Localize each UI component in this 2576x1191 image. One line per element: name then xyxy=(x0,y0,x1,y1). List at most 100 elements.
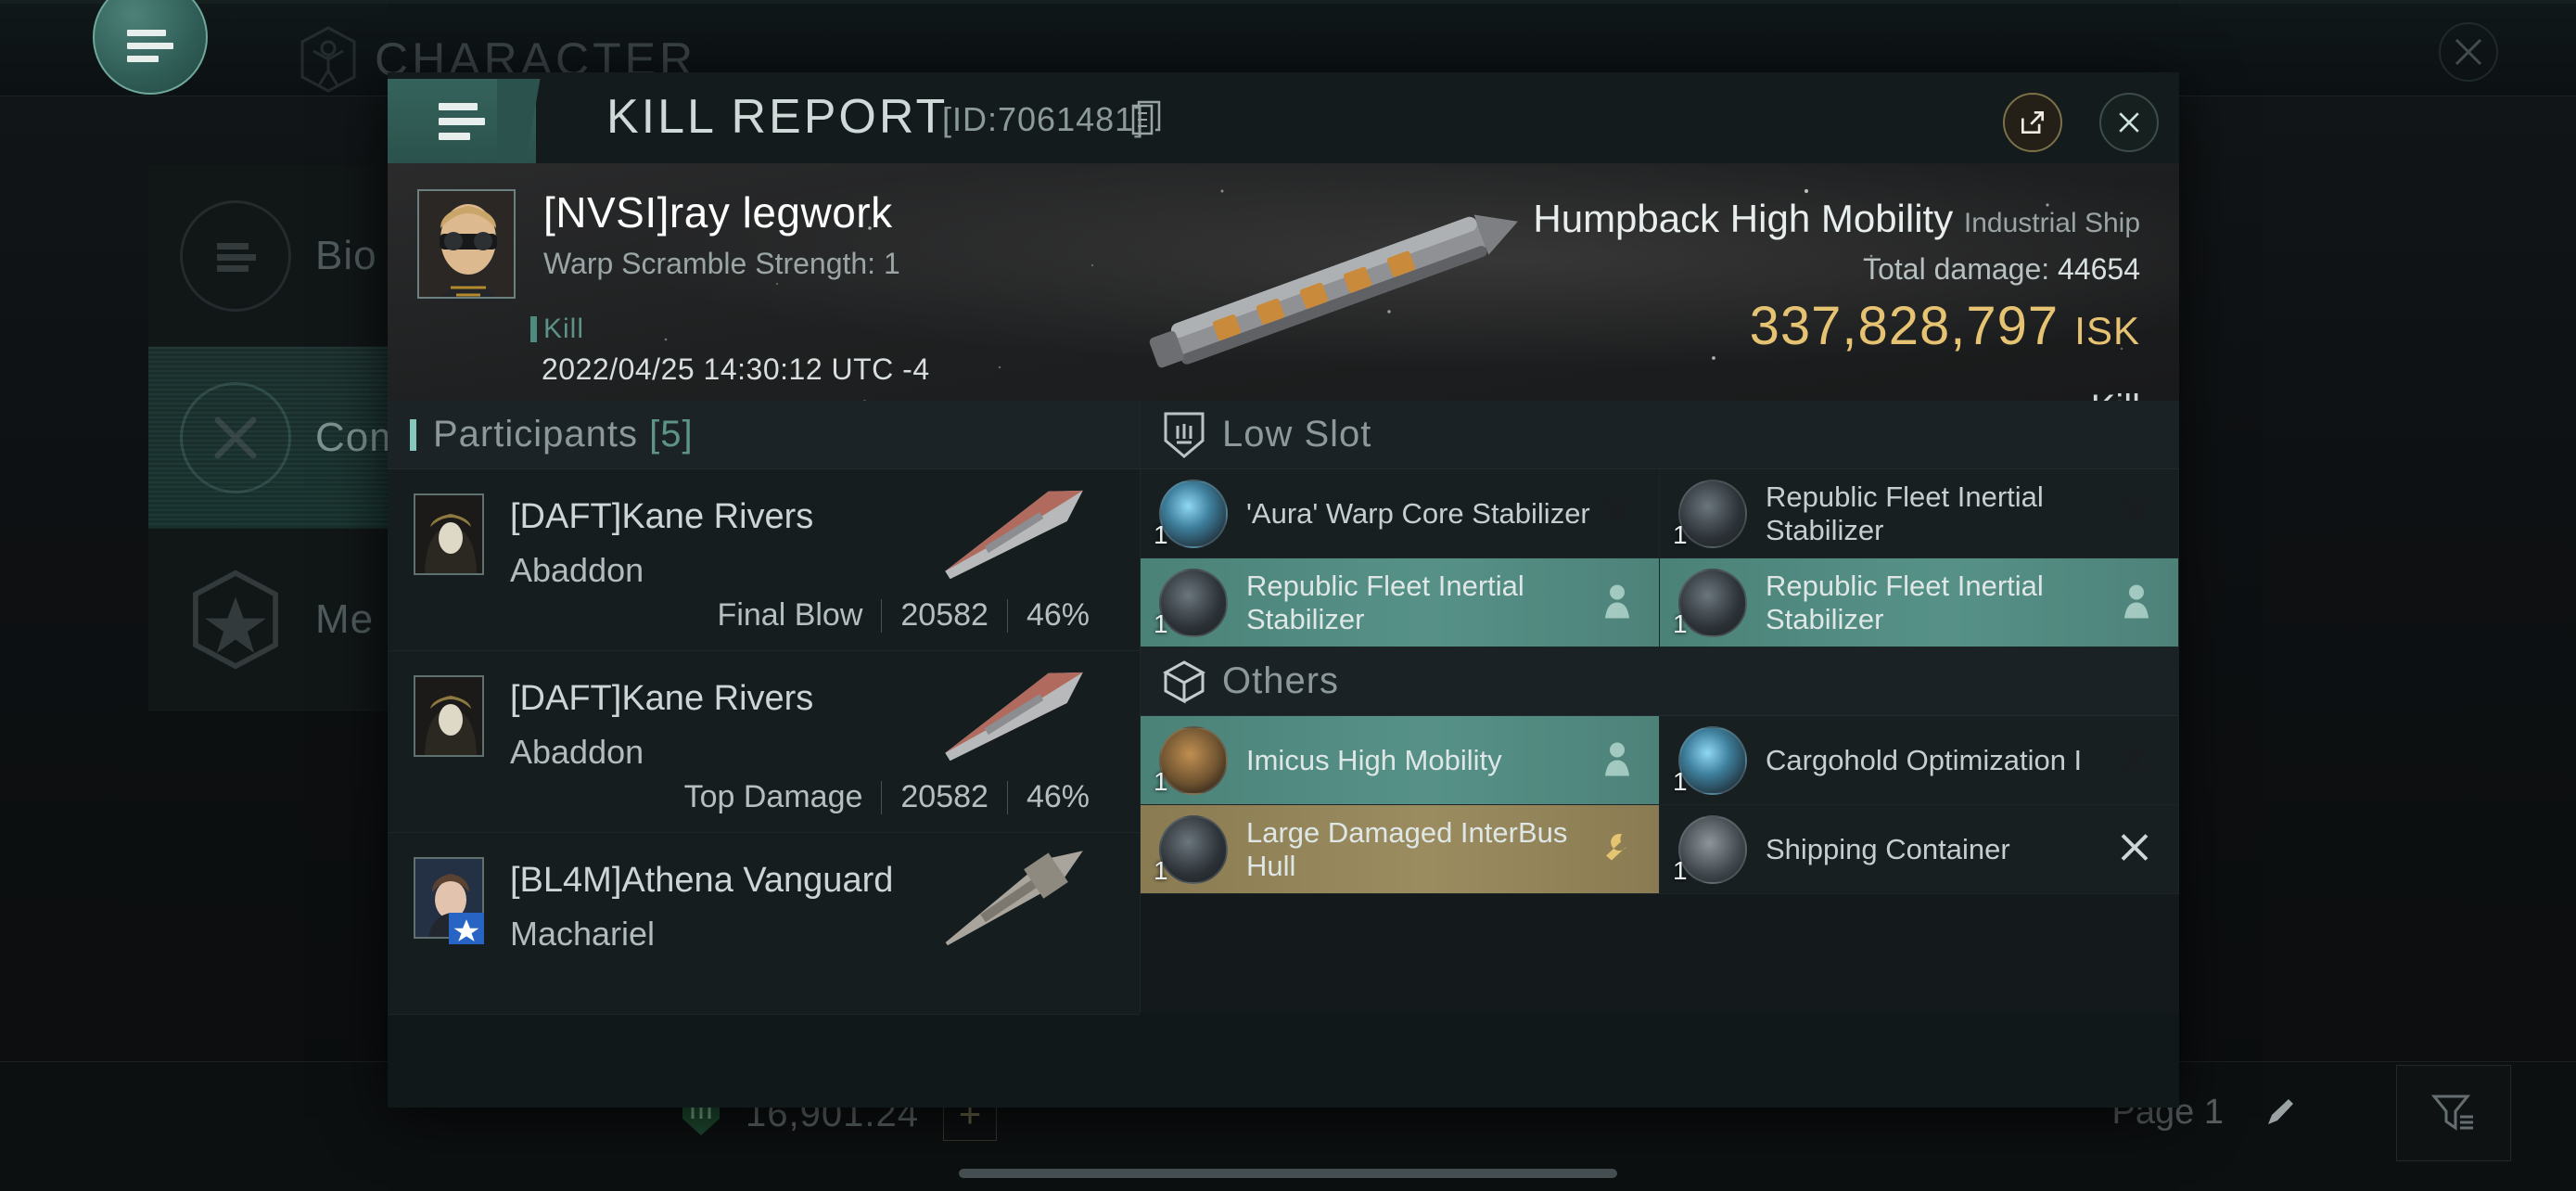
star-hex-icon xyxy=(180,564,291,675)
participants-column: Participants [5] [DAFT]Kane Rivers Abadd… xyxy=(388,401,1141,1015)
participant-row[interactable]: [DAFT]Kane Rivers Abaddon Top Damage 205… xyxy=(388,651,1140,833)
participant-role: Top Damage xyxy=(683,779,863,814)
participant-row[interactable]: [DAFT]Kane Rivers Abaddon Final Blow 205… xyxy=(388,469,1140,651)
item-row[interactable]: 1 Republic Fleet Inertial Stabilizer xyxy=(1660,469,2179,558)
participant-damage: 20582 xyxy=(900,597,988,633)
star-icon xyxy=(453,918,479,941)
modal-close-button[interactable] xyxy=(2099,93,2159,152)
victim-subtitle: Warp Scramble Strength: 1 xyxy=(543,247,900,280)
copy-icon[interactable] xyxy=(1131,100,1161,135)
destroyed-x-icon xyxy=(2121,833,2149,861)
close-icon xyxy=(2455,38,2482,66)
app-close-button[interactable] xyxy=(2439,22,2498,82)
dropped-person-icon xyxy=(2124,584,2149,618)
item-row[interactable]: 1 Cargohold Optimization I xyxy=(1660,716,2179,805)
item-name: Cargohold Optimization I xyxy=(1766,743,2083,776)
dropped-person-icon xyxy=(1605,584,1629,618)
list-icon xyxy=(180,199,291,312)
others-items: 1 Imicus High Mobility 1 Cargohold Optim… xyxy=(1141,716,2179,894)
kill-report-modal: KILL REPORT [ID:7061481] [NVSI]ray legwo… xyxy=(388,72,2179,1108)
item-name: Imicus High Mobility xyxy=(1246,743,1502,776)
item-row[interactable]: 1 Shipping Container xyxy=(1660,805,2179,894)
horizontal-scrollbar-thumb[interactable] xyxy=(959,1169,1617,1178)
item-quantity: 1 xyxy=(1154,609,1168,638)
item-icon xyxy=(1678,479,1747,548)
filter-icon xyxy=(2430,1095,2473,1131)
participant-ship: Machariel xyxy=(510,915,656,953)
participant-stats: Final Blow 20582 46% xyxy=(699,597,1108,634)
others-title: Others xyxy=(1222,660,1340,701)
low-slot-title: Low Slot xyxy=(1222,414,1372,455)
isk-value-group: 337,828,797 ISK xyxy=(1750,295,2140,357)
pencil-icon[interactable] xyxy=(2261,1095,2298,1132)
item-quantity: 1 xyxy=(1673,856,1688,885)
item-name: Republic Fleet Inertial Stabilizer xyxy=(1246,569,1524,635)
item-status xyxy=(1603,583,1631,622)
participant-ship: Abaddon xyxy=(510,551,644,589)
item-quantity: 1 xyxy=(1673,520,1688,549)
detail-columns: Participants [5] [DAFT]Kane Rivers Abadd… xyxy=(388,401,2179,1015)
participant-role: Final Blow xyxy=(717,597,863,633)
item-quantity: 1 xyxy=(1154,520,1168,549)
participant-name: [DAFT]Kane Rivers xyxy=(510,679,814,718)
close-icon xyxy=(2119,112,2139,133)
item-name: Shipping Container xyxy=(1766,832,2010,865)
others-header: Others xyxy=(1141,647,2179,716)
modal-menu-button[interactable] xyxy=(388,79,575,163)
participant-name: [DAFT]Kane Rivers xyxy=(510,497,814,536)
victim-ship-render xyxy=(1149,214,1518,368)
filter-button[interactable] xyxy=(2396,1065,2511,1161)
participant-percent: 46% xyxy=(1026,779,1090,814)
dropped-person-icon xyxy=(1605,742,1629,775)
item-row[interactable]: 1 Imicus High Mobility xyxy=(1141,716,1660,805)
participant-row[interactable]: [BL4M]Athena Vanguard Machariel xyxy=(388,833,1140,1015)
participant-ship: Abaddon xyxy=(510,733,644,771)
avatar xyxy=(414,675,484,757)
participant-name: [BL4M]Athena Vanguard xyxy=(510,861,894,900)
item-icon xyxy=(1159,568,1228,637)
item-row[interactable]: 1 Republic Fleet Inertial Stabilizer xyxy=(1660,558,2179,647)
total-damage: Total damage: 44654 xyxy=(1863,252,2140,287)
item-name: Large Damaged InterBus Hull xyxy=(1246,815,1568,882)
item-row[interactable]: 1 Large Damaged InterBus Hull xyxy=(1141,805,1660,894)
avatar-image xyxy=(415,677,482,755)
hamburger-icon xyxy=(439,96,485,147)
avatar xyxy=(414,493,484,575)
kill-tag: Kill xyxy=(529,314,585,344)
kill-report-id: [ID:7061481] xyxy=(942,100,1145,138)
item-status xyxy=(2119,742,2150,778)
item-quantity: 1 xyxy=(1154,767,1168,796)
participant-damage: 20582 xyxy=(900,779,988,814)
export-button[interactable] xyxy=(2003,93,2062,152)
victim-ship-name: Humpback High Mobility Industrial Ship xyxy=(1533,197,2140,241)
salvage-wrench-icon xyxy=(1606,833,1626,860)
low-slot-icon xyxy=(1164,412,1205,458)
modal-header: KILL REPORT [ID:7061481] xyxy=(388,72,2179,163)
item-row[interactable]: 1 'Aura' Warp Core Stabilizer xyxy=(1141,469,1660,558)
screen-root: CHARACTER Bio Com Me 16,901.24 + Page 1 … xyxy=(0,0,2576,1191)
ship-category: Industrial Ship xyxy=(1963,208,2140,238)
item-row[interactable]: 1 Republic Fleet Inertial Stabilizer xyxy=(1141,558,1660,647)
item-icon xyxy=(1678,568,1747,637)
modal-title: KILL REPORT xyxy=(606,90,949,144)
participant-ship-render xyxy=(945,672,1083,762)
item-status xyxy=(2123,583,2150,622)
kill-word: Kill xyxy=(2091,388,2140,401)
isk-value: 337,828,797 xyxy=(1749,296,2060,356)
section-accent-bar xyxy=(410,418,416,451)
low-slot-header: Low Slot xyxy=(1141,401,2179,469)
vitruvian-icon xyxy=(300,26,356,93)
others-cube-icon xyxy=(1163,660,1205,704)
item-icon xyxy=(1159,725,1228,795)
victim-name[interactable]: [NVSI]ray legwork xyxy=(543,187,893,237)
participants-title: Participants [5] xyxy=(433,414,694,455)
sidebar-item-bio-label: Bio xyxy=(315,232,377,278)
ship-name-text: Humpback High Mobility xyxy=(1533,197,1954,240)
destroyed-x-icon xyxy=(1601,497,1629,525)
item-status xyxy=(1600,495,1631,531)
participant-percent: 46% xyxy=(1026,597,1090,633)
participant-stats: Top Damage 20582 46% xyxy=(666,779,1108,815)
victim-banner: [NVSI]ray legwork Warp Scramble Strength… xyxy=(388,163,2179,401)
victim-portrait[interactable] xyxy=(417,189,516,299)
top-accent-line xyxy=(0,0,2576,4)
